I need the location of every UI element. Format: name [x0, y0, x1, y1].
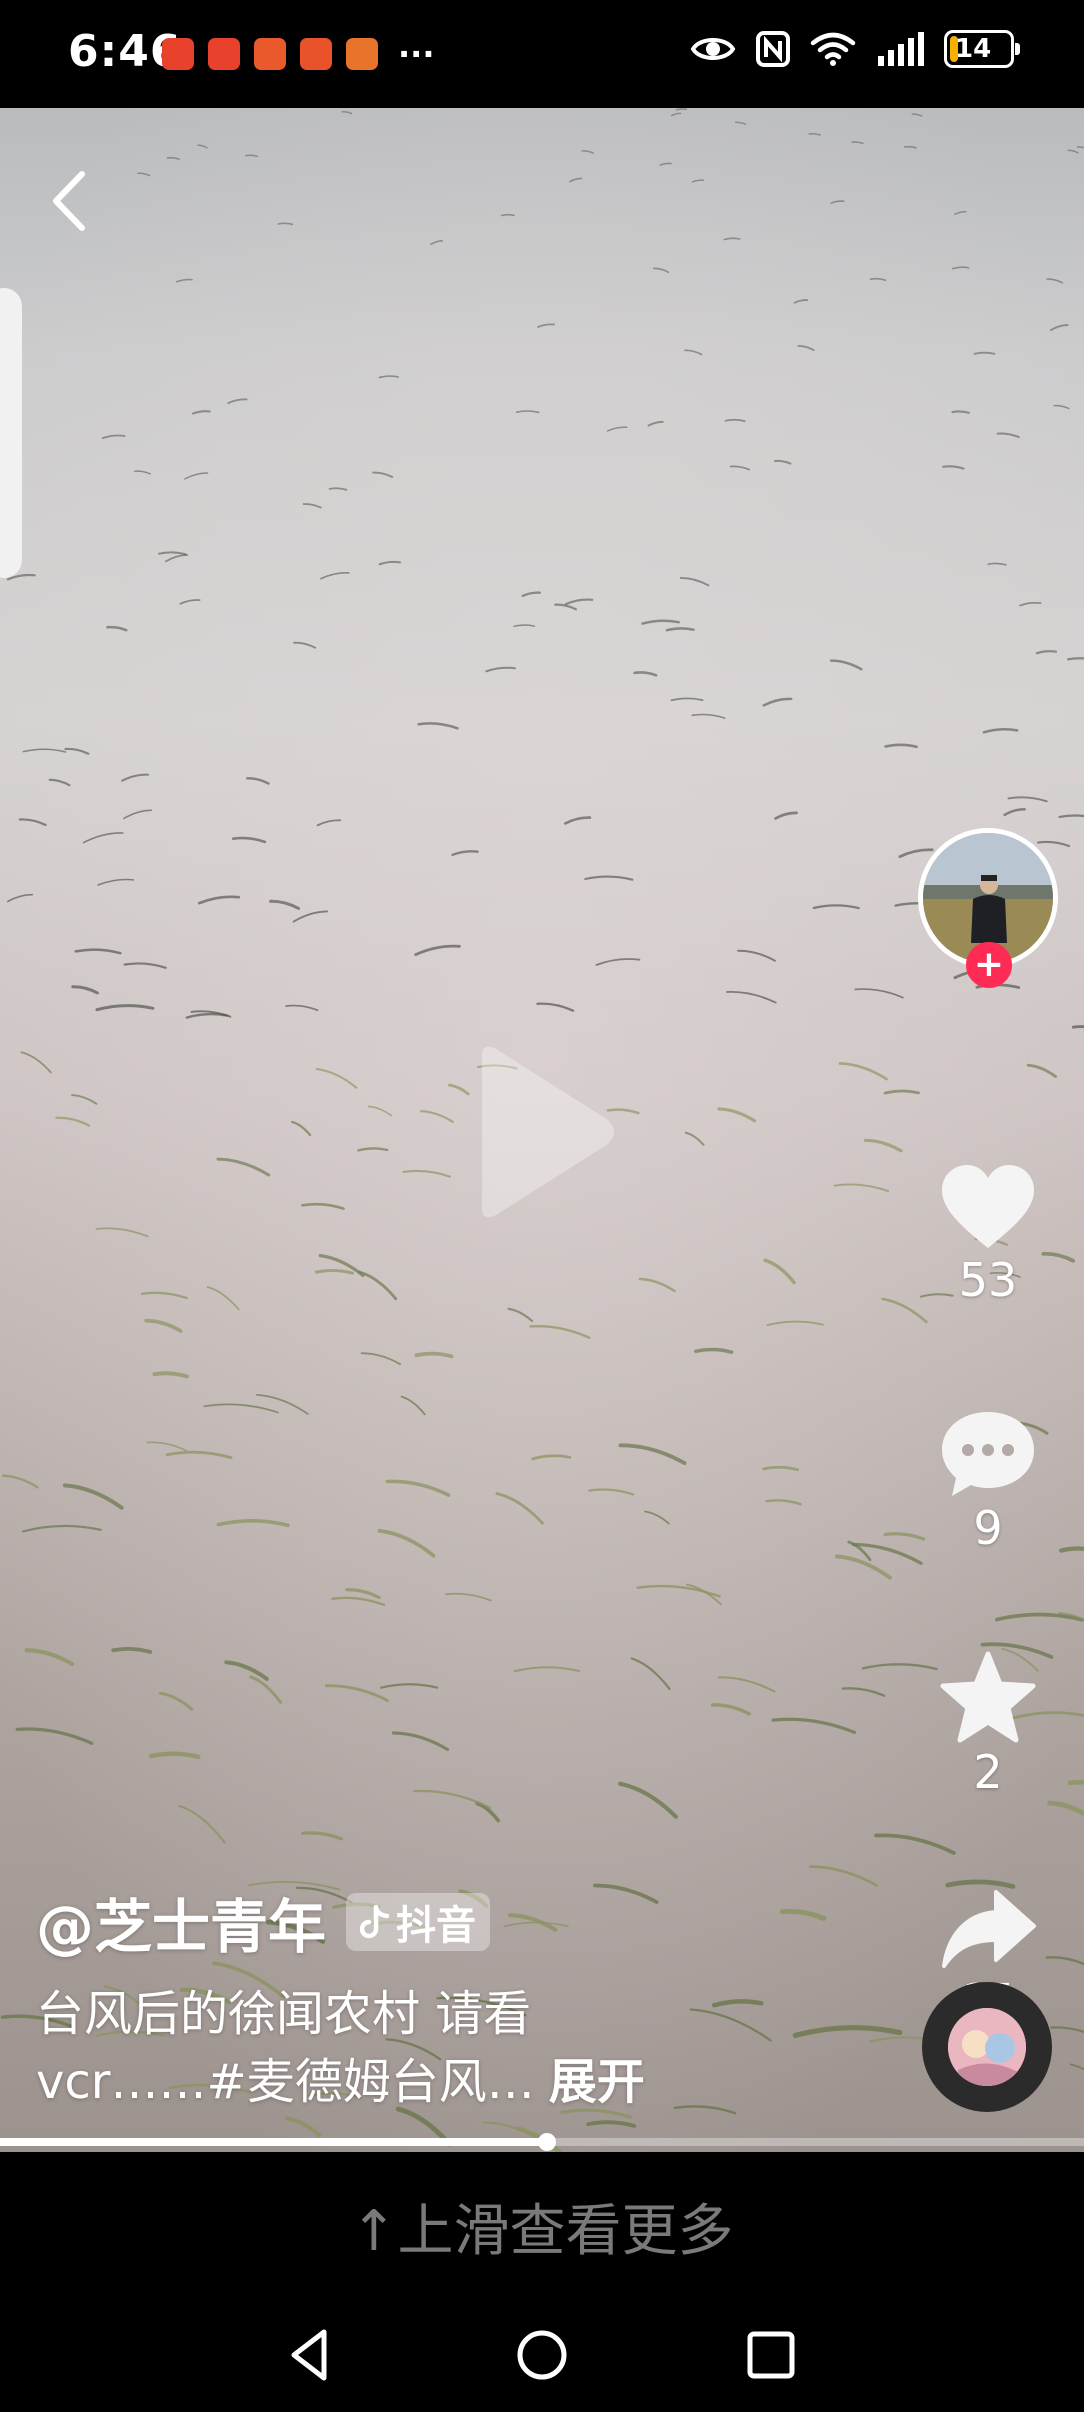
side-panel-handle[interactable] — [0, 288, 22, 578]
nav-recents-button[interactable] — [736, 2320, 806, 2390]
like-count: 53 — [958, 1253, 1018, 1307]
favorite-count: 2 — [973, 1745, 1003, 1799]
favorite-button[interactable]: 2 — [916, 1650, 1060, 1800]
like-button[interactable]: 53 — [916, 1162, 1060, 1308]
toutiao-app-icon — [208, 38, 240, 70]
notification-icons: ··· — [162, 38, 434, 70]
nav-home-button[interactable] — [507, 2320, 577, 2390]
battery-level: 14 — [955, 34, 992, 64]
music-cover — [948, 2008, 1026, 2086]
author-name[interactable]: @芝士青年 — [36, 1880, 326, 1964]
play-icon[interactable] — [462, 1042, 622, 1222]
swipe-up-hint[interactable]: ↑上滑查看更多 — [0, 2186, 1084, 2267]
star-icon — [940, 1651, 1036, 1743]
rice-blade — [675, 108, 688, 111]
rice-blade — [1059, 1546, 1084, 1553]
comment-icon — [942, 1412, 1034, 1496]
news-app-icon — [254, 38, 286, 70]
comment-button[interactable]: 9 — [916, 1408, 1060, 1556]
tiktok-icon — [360, 1905, 390, 1939]
video-caption: @芝士青年 抖音 台风后的徐闻农村 请看 vcr……#麦德姆台风… 展开 — [36, 1880, 876, 2116]
music-cover-art — [948, 2008, 1026, 2086]
share-icon — [942, 1890, 1036, 1968]
follow-button[interactable]: + — [966, 942, 1012, 988]
expand-button[interactable]: 展开 — [549, 2054, 645, 2110]
eye-comfort-icon — [690, 38, 736, 60]
source-badge: 抖音 — [346, 1893, 491, 1951]
signal-icon — [878, 32, 924, 66]
wifi-icon — [810, 32, 856, 66]
progress-fill — [0, 2138, 548, 2146]
back-button[interactable] — [44, 166, 94, 236]
battery-tip — [1015, 43, 1020, 55]
deals-app-icon — [346, 38, 378, 70]
nav-back-button[interactable] — [276, 2320, 346, 2390]
rice-blade — [500, 213, 515, 217]
music-disc[interactable] — [922, 1982, 1052, 2112]
video-description[interactable]: 台风后的徐闻农村 请看 vcr……#麦德姆台风… 展开 — [36, 1980, 876, 2116]
status-bar: 6:46 ··· 14 — [0, 0, 1084, 108]
heart-icon — [942, 1165, 1034, 1248]
description-line-1: 台风后的徐闻农村 请看 — [36, 1986, 532, 2042]
status-right: 14 — [690, 30, 1020, 68]
description-line-2: vcr……#麦德姆台风… — [36, 2054, 535, 2110]
shop-app-icon — [300, 38, 332, 70]
more-notifications-icon: ··· — [398, 35, 435, 73]
source-badge-label: 抖音 — [396, 1903, 477, 1949]
system-nav-bar — [0, 2300, 1084, 2412]
missed-call-app-icon — [162, 38, 194, 70]
nfc-icon — [756, 31, 790, 67]
video-progress-bar[interactable] — [0, 2133, 1084, 2151]
video-player[interactable]: + 53 9 2 27 — [0, 108, 1084, 2152]
author-row: @芝士青年 抖音 — [36, 1880, 876, 1964]
author-avatar-wrapper[interactable]: + — [916, 828, 1060, 988]
battery-indicator: 14 — [944, 30, 1020, 68]
comment-count: 9 — [973, 1501, 1003, 1555]
